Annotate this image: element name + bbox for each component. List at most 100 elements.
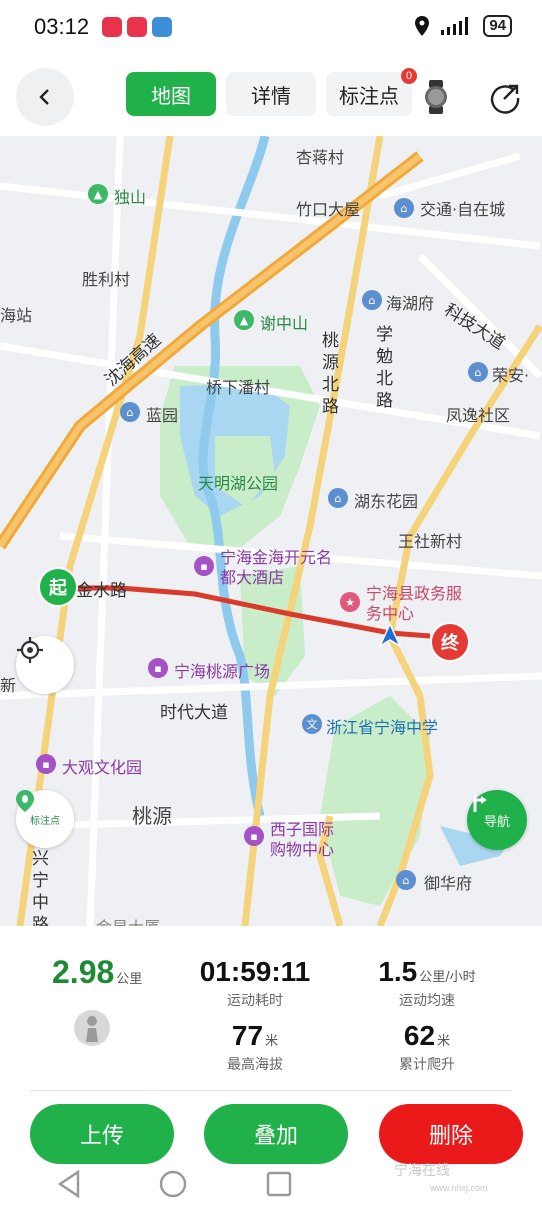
map-label: 独山 — [114, 188, 147, 207]
poi-school-icon: 文 — [302, 714, 322, 734]
status-bar: 03:12 94 — [0, 0, 542, 56]
altitude-stat: 77 米 最高海拔 — [190, 1020, 320, 1074]
poi-residential-icon: ⌂ — [468, 362, 488, 382]
map-label: 海湖府 — [386, 294, 435, 313]
climb-stat: 62 米 累计爬升 — [362, 1020, 492, 1074]
share-icon[interactable] — [488, 80, 522, 114]
smartwatch-icon[interactable] — [422, 80, 450, 114]
map-label: 杏蒋村 — [296, 148, 345, 167]
map-label: 海站 — [0, 306, 33, 325]
map-label: 新 — [0, 676, 17, 695]
security-app-icon — [152, 17, 172, 37]
duration-stat: 01:59:11 运动耗时 — [190, 956, 320, 1010]
delete-button[interactable]: 删除 — [379, 1104, 523, 1164]
map-label: 交通·自在城 — [420, 200, 506, 219]
climb-unit: 米 — [437, 1034, 451, 1049]
map-label: 金星大厦 — [96, 914, 160, 926]
speed-stat: 1.5 公里/小时 运动均速 — [362, 956, 492, 1010]
route-end-marker[interactable]: 终 — [430, 622, 470, 662]
speed-unit: 公里/小时 — [419, 970, 476, 985]
nav-recents-icon[interactable] — [266, 1171, 292, 1197]
tab-marks[interactable]: 标注点 — [326, 72, 412, 116]
poi-residential-icon: ⌂ — [362, 290, 382, 310]
road-label: 时代大道 — [160, 703, 228, 723]
back-button[interactable] — [16, 68, 74, 126]
watermark-url: www.nhxj.com — [430, 1183, 488, 1193]
road-label: 金水路 — [76, 581, 127, 601]
distance-stat: 2.98 公里 — [52, 954, 142, 991]
altitude-unit: 米 — [265, 1034, 279, 1049]
overlay-button[interactable]: 叠加 — [204, 1104, 348, 1164]
footprint-icon — [16, 790, 34, 812]
marks-count-badge: 0 — [401, 68, 417, 84]
poi-residential-icon: ⌂ — [328, 488, 348, 508]
poi-culture-icon: ▪ — [36, 754, 56, 774]
map-label: 桥下潘村 — [206, 378, 271, 397]
poi-residential-icon: ⌂ — [120, 402, 140, 422]
navigation-button[interactable]: 导航 — [467, 790, 527, 850]
signal-icon — [441, 17, 469, 35]
watermark: 宁海在线 — [394, 1162, 450, 1178]
app-notification-icon — [102, 17, 122, 37]
poi-government-icon: ★ — [340, 592, 360, 612]
duration-value: 01:59:11 — [199, 956, 311, 987]
turn-arrow-icon — [473, 793, 487, 812]
poi-residential-icon: ⌂ — [394, 198, 414, 218]
nav-home-icon[interactable] — [159, 1170, 187, 1198]
distance-unit: 公里 — [116, 972, 143, 987]
map-label: 凤逸社区 — [446, 406, 511, 425]
poi-mall-icon: ▪ — [244, 826, 264, 846]
map-label: 西子国际购物中心 — [270, 820, 335, 859]
map-label: 蓝园 — [146, 406, 179, 425]
altitude-label: 最高海拔 — [227, 1057, 283, 1073]
missed-call-icon — [127, 17, 147, 37]
poi-hotel-icon: ▪ — [194, 556, 214, 576]
nav-back-icon[interactable] — [56, 1170, 82, 1198]
map-label: 桃源 — [132, 804, 172, 828]
tab-map[interactable]: 地图 — [126, 72, 216, 116]
chevron-left-icon — [39, 89, 49, 105]
top-bar: 地图 详情 标注点 0 — [0, 56, 542, 136]
altitude-value: 77 — [231, 1020, 264, 1051]
road-label: 兴宁中路 — [32, 849, 49, 926]
map-label: 宁海县政务服务中心 — [366, 584, 463, 623]
crosshair-icon — [17, 637, 43, 663]
divider — [30, 1090, 512, 1091]
battery-indicator: 94 — [483, 15, 512, 37]
avatar[interactable] — [74, 1010, 110, 1046]
tab-detail[interactable]: 详情 — [226, 72, 316, 116]
map-label: 御华府 — [424, 874, 473, 893]
distance-value: 2.98 — [52, 954, 115, 990]
hiker-icon — [86, 1016, 98, 1042]
map-label: 荣安· — [492, 366, 530, 385]
climb-label: 累计爬升 — [399, 1057, 455, 1073]
map-label: 湖东花园 — [354, 492, 419, 511]
map-label: 宁海桃源广场 — [174, 662, 271, 681]
map-label: 天明湖公园 — [198, 474, 279, 493]
map-label: 大观文化园 — [62, 758, 143, 777]
map-label: 浙江省宁海中学 — [326, 718, 439, 737]
poi-mountain-icon: ▲ — [234, 310, 254, 330]
climb-value: 62 — [403, 1020, 436, 1051]
road-label: 学勉北路 — [376, 325, 393, 411]
map-label: 宁海金海开元名都大酒店 — [220, 548, 333, 587]
poi-plaza-icon: ▪ — [148, 658, 168, 678]
speed-label: 运动均速 — [399, 993, 455, 1009]
poi-residential-icon: ⌂ — [396, 870, 416, 890]
map-label: 竹口大屋 — [296, 200, 361, 219]
mark-button-label: 标注点 — [30, 815, 60, 827]
poi-mountain-icon: ▲ — [88, 184, 108, 204]
upload-button[interactable]: 上传 — [30, 1104, 174, 1164]
map-view[interactable]: ⌂ ▲ ⌂ ▲ ⌂ ⌂ ⌂ ▪ ★ ▪ 文 ▪ ▪ ⌂ 杏蒋村 独山 竹口大屋 … — [0, 136, 542, 926]
route-start-marker[interactable]: 起 — [38, 567, 78, 607]
map-label: 王社新村 — [398, 532, 463, 551]
status-right: 94 — [415, 15, 512, 37]
location-icon — [415, 16, 430, 36]
road-label: 桃源北路 — [322, 331, 339, 417]
speed-value: 1.5 — [378, 956, 418, 987]
map-label: 谢中山 — [260, 314, 309, 333]
add-mark-button[interactable]: 标注点 — [16, 790, 74, 848]
map-label: 胜利村 — [82, 270, 131, 289]
locate-button[interactable] — [16, 636, 74, 694]
duration-label: 运动耗时 — [227, 993, 283, 1009]
